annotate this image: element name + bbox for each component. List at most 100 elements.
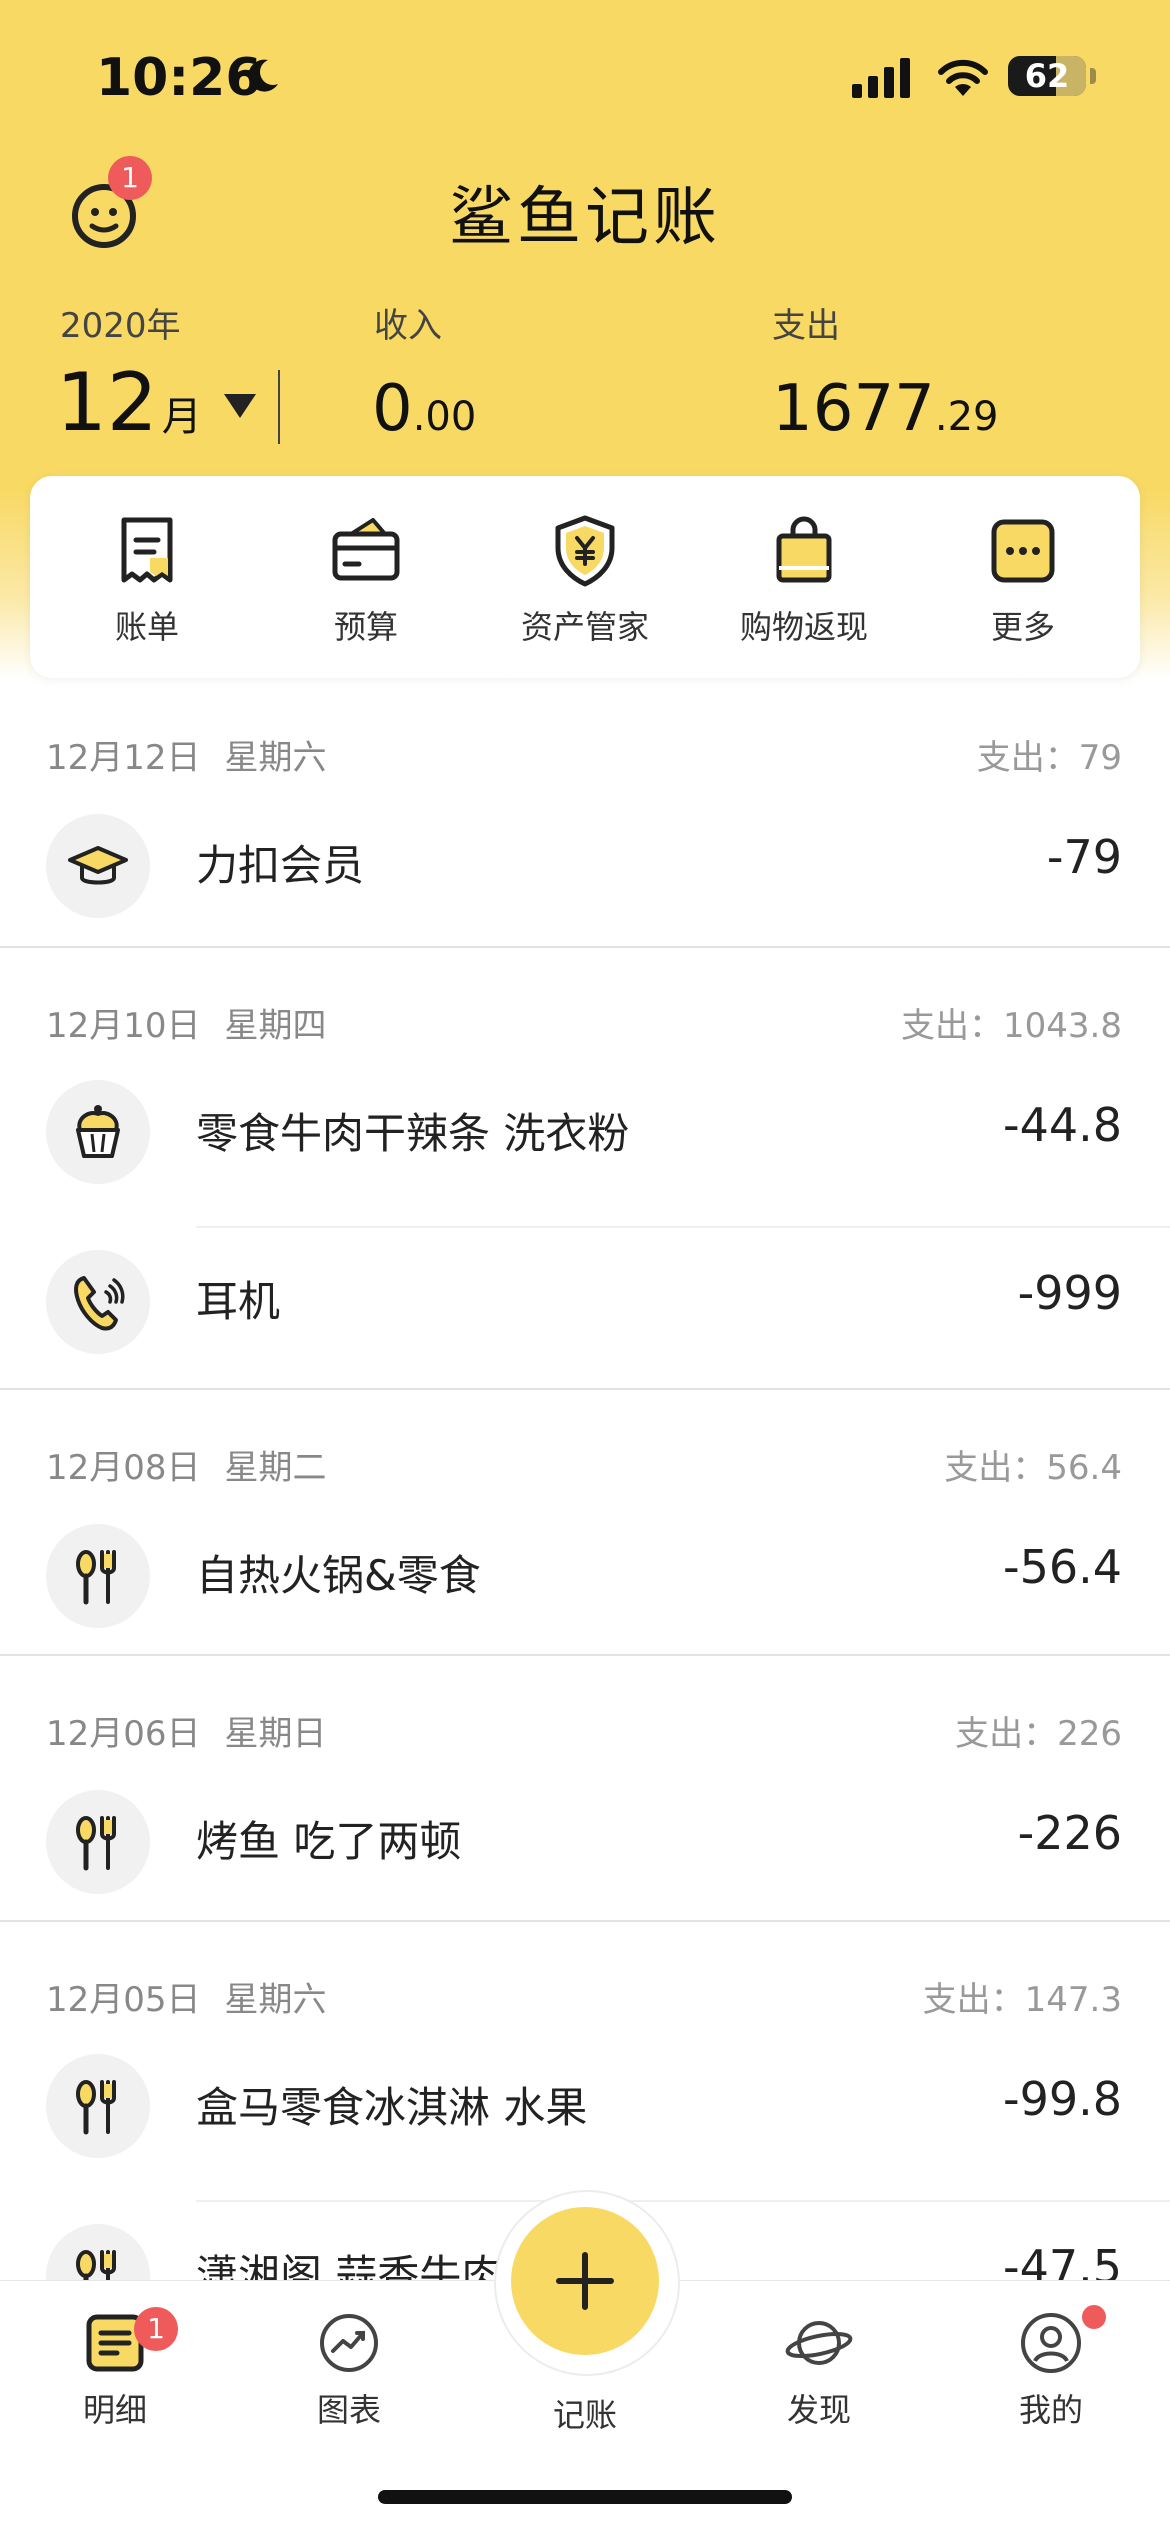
utensils-icon bbox=[76, 1550, 116, 1605]
battery-level: 62 bbox=[1024, 57, 1070, 95]
tab-discover[interactable]: 发现 bbox=[734, 2311, 904, 2431]
income-label: 收入 bbox=[374, 306, 442, 346]
transaction-row[interactable]: 力扣会员 -79 bbox=[0, 814, 1170, 946]
home-indicator[interactable] bbox=[378, 2490, 792, 2504]
transaction-row[interactable]: 烤鱼 吃了两顿 -226 bbox=[0, 1790, 1170, 1920]
tab-label: 发现 bbox=[786, 2391, 851, 2429]
transaction-amount: -99.8 bbox=[1002, 2072, 1122, 2126]
user-profile-icon bbox=[1021, 2313, 1081, 2373]
day-header: 12月06日 星期日 支出：226 bbox=[0, 1656, 1170, 1796]
day-header: 12月08日 星期二 支出：56.4 bbox=[0, 1390, 1170, 1530]
tool-label: 账单 bbox=[114, 608, 179, 646]
transaction-amount: -226 bbox=[1017, 1806, 1122, 1860]
category-icon-wrap bbox=[46, 1080, 150, 1184]
income-decimal: .00 bbox=[412, 394, 477, 440]
utensils-icon bbox=[76, 1816, 116, 1871]
expense-label: 支出 bbox=[772, 306, 840, 346]
day-group: 12月12日 星期六 支出：79 力扣会员 -79 bbox=[0, 680, 1170, 948]
transaction-list: 12月12日 星期六 支出：79 力扣会员 -79 12月10日 星期四 支出：10… bbox=[0, 680, 1170, 2362]
shield-yuan-icon bbox=[555, 515, 615, 587]
status-bar: 10:26 62 bbox=[0, 0, 1170, 150]
transaction-name: 烤鱼 吃了两顿 bbox=[196, 1817, 462, 1866]
day-total: 支出：79 bbox=[976, 738, 1122, 778]
expense-integer: 1677 bbox=[772, 372, 935, 446]
transaction-amount: -999 bbox=[1017, 1266, 1122, 1320]
tool-budget[interactable]: 预算 bbox=[261, 476, 471, 678]
tool-label: 资产管家 bbox=[520, 608, 649, 646]
year-label: 2020年 bbox=[60, 306, 181, 346]
transaction-amount: -44.8 bbox=[1002, 1098, 1122, 1152]
day-total: 支出：56.4 bbox=[944, 1448, 1122, 1488]
day-total: 支出：147.3 bbox=[922, 1980, 1122, 2020]
month-unit: 月 bbox=[161, 394, 202, 440]
tab-details[interactable]: 明细 1 bbox=[30, 2307, 200, 2431]
tool-label: 更多 bbox=[990, 608, 1055, 646]
day-header: 12月12日 星期六 支出：79 bbox=[0, 680, 1170, 820]
transaction-row[interactable]: 耳机 -999 bbox=[0, 1228, 1170, 1388]
day-group: 12月10日 星期四 支出：1043.8 零食牛肉干辣条 洗衣粉 -44.8 耳… bbox=[0, 948, 1170, 1390]
tool-bill[interactable]: 账单 bbox=[42, 476, 252, 678]
category-icon-wrap bbox=[46, 2054, 150, 2158]
utensils-icon bbox=[76, 2080, 116, 2135]
transaction-name: 耳机 bbox=[196, 1277, 281, 1326]
day-date: 12月10日 星期四 bbox=[46, 1006, 327, 1046]
cupcake-icon bbox=[76, 1105, 120, 1158]
tab-label: 明细 bbox=[82, 2391, 147, 2429]
transaction-row[interactable]: 自热火锅&零食 -56.4 bbox=[0, 1524, 1170, 1654]
tool-more[interactable]: 更多 bbox=[918, 476, 1128, 678]
transaction-row[interactable]: 零食牛肉干辣条 洗衣粉 -44.8 bbox=[0, 1080, 1170, 1228]
status-time: 10:26 bbox=[96, 48, 262, 108]
phone-icon bbox=[74, 1276, 125, 1331]
transaction-amount: -79 bbox=[1046, 830, 1122, 884]
wallet-icon bbox=[332, 518, 400, 581]
caret-down-icon bbox=[223, 394, 256, 418]
battery-icon: 62 bbox=[1008, 56, 1086, 96]
planet-icon bbox=[785, 2321, 853, 2365]
battery-cap bbox=[1090, 68, 1096, 84]
transaction-name: 力扣会员 bbox=[196, 841, 365, 890]
day-date: 12月06日 星期日 bbox=[46, 1714, 327, 1754]
me-notification-dot bbox=[1082, 2305, 1106, 2329]
day-group: 12月06日 星期日 支出：226 烤鱼 吃了两顿 -226 bbox=[0, 1656, 1170, 1922]
bill-icon bbox=[121, 517, 173, 583]
day-date: 12月05日 星期六 bbox=[46, 1980, 327, 2020]
moon-icon bbox=[248, 59, 278, 92]
record-label: 记账 bbox=[552, 2396, 617, 2434]
transaction-name: 盒马零食冰淇淋 水果 bbox=[196, 2083, 588, 2132]
day-total: 支出：226 bbox=[955, 1714, 1122, 1754]
category-icon-wrap bbox=[46, 1250, 150, 1354]
transaction-row[interactable]: 盒马零食冰淇淋 水果 -99.8 bbox=[0, 2054, 1170, 2202]
transaction-amount: -56.4 bbox=[1002, 1540, 1122, 1594]
day-group: 12月08日 星期二 支出：56.4 自热火锅&零食 -56.4 bbox=[0, 1390, 1170, 1656]
tool-label: 预算 bbox=[333, 608, 398, 646]
income-value: 0.00 bbox=[372, 372, 476, 446]
tab-me[interactable]: 我的 bbox=[966, 2305, 1136, 2431]
shopping-bag-icon bbox=[776, 516, 832, 583]
tool-label: 购物返现 bbox=[739, 608, 868, 646]
tool-shopping-cashback[interactable]: 购物返现 bbox=[699, 476, 909, 678]
app-title: 鲨鱼记账 bbox=[449, 181, 721, 255]
transaction-name: 零食牛肉干辣条 洗衣粉 bbox=[196, 1109, 630, 1158]
day-total: 支出：1043.8 bbox=[901, 1006, 1122, 1046]
tool-asset-manager[interactable]: 资产管家 bbox=[480, 476, 690, 678]
tab-label: 我的 bbox=[1018, 2391, 1083, 2429]
month-selector[interactable]: 12 月 bbox=[56, 356, 256, 449]
tab-charts[interactable]: 图表 bbox=[264, 2311, 434, 2431]
summary-divider bbox=[278, 370, 280, 444]
details-badge: 1 bbox=[134, 2307, 178, 2351]
quick-tools-card: 账单 预算 资产管家 购物返现 更多 bbox=[30, 476, 1140, 678]
transaction-name: 自热火锅&零食 bbox=[196, 1551, 481, 1600]
more-icon bbox=[991, 519, 1055, 583]
day-date: 12月12日 星期六 bbox=[46, 738, 327, 778]
day-date: 12月08日 星期二 bbox=[46, 1448, 327, 1488]
wifi-icon bbox=[938, 59, 988, 96]
add-record-button[interactable] bbox=[511, 2207, 659, 2355]
tab-label: 图表 bbox=[316, 2391, 381, 2429]
expense-decimal: .29 bbox=[934, 394, 999, 440]
chart-trend-icon bbox=[320, 2314, 378, 2372]
plus-icon bbox=[556, 2252, 614, 2310]
expense-value: 1677.29 bbox=[772, 372, 999, 446]
month-number: 12 bbox=[56, 356, 158, 449]
income-integer: 0 bbox=[372, 372, 413, 446]
day-header: 12月10日 星期四 支出：1043.8 bbox=[0, 948, 1170, 1088]
